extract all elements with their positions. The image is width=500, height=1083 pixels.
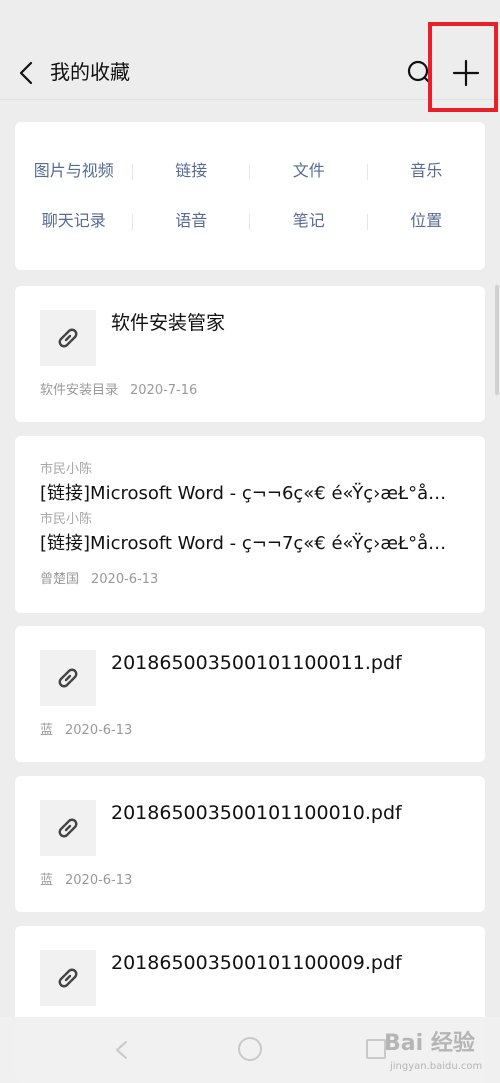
top-bar: 我的收藏 bbox=[0, 0, 500, 100]
link-icon bbox=[58, 668, 78, 688]
item-meta: 软件安装目录 2020-7-16 bbox=[40, 381, 197, 401]
chat-message: [链接]Microsoft Word - ç¬¬7ç«€ é«Ÿç›æŁ°å… bbox=[40, 533, 447, 554]
favorite-item[interactable]: 软件安装管家 软件安装目录 2020-7-16 bbox=[15, 286, 485, 422]
item-title: 201865003500101100009.pdf bbox=[111, 952, 402, 974]
chat-sender: 市民小陈 bbox=[40, 512, 93, 527]
highlight-box bbox=[428, 22, 498, 112]
back-button[interactable] bbox=[12, 56, 40, 90]
chevron-left-icon bbox=[19, 61, 33, 85]
item-title: 201865003500101100010.pdf bbox=[111, 802, 402, 824]
category-chat-history[interactable]: 聊天记录 bbox=[15, 206, 133, 236]
category-links[interactable]: 链接 bbox=[133, 156, 251, 186]
item-source: 软件安装目录 bbox=[40, 383, 119, 398]
watermark-url: jingyan.baidu.com bbox=[390, 1061, 483, 1072]
item-meta: 蓝 2020-6-13 bbox=[40, 721, 132, 741]
category-voice[interactable]: 语音 bbox=[133, 206, 251, 236]
favorite-item[interactable]: 201865003500101100011.pdf 蓝 2020-6-13 bbox=[15, 626, 485, 762]
link-thumbnail bbox=[40, 310, 96, 366]
item-title: 201865003500101100011.pdf bbox=[111, 652, 402, 674]
link-icon bbox=[58, 328, 78, 348]
item-date: 2020-6-13 bbox=[65, 873, 133, 888]
category-notes[interactable]: 笔记 bbox=[250, 206, 368, 236]
category-files[interactable]: 文件 bbox=[250, 156, 368, 186]
link-thumbnail bbox=[40, 650, 96, 706]
category-music[interactable]: 音乐 bbox=[368, 156, 486, 186]
category-photos-videos[interactable]: 图片与视频 bbox=[15, 156, 133, 186]
item-meta: 曾楚国 2020-6-13 bbox=[40, 570, 158, 590]
item-date: 2020-6-13 bbox=[91, 572, 159, 587]
favorite-item-chat[interactable]: 市民小陈 [链接]Microsoft Word - ç¬¬6ç«€ é«Ÿç›æ… bbox=[15, 436, 485, 613]
item-title: 软件安装管家 bbox=[111, 312, 226, 334]
chat-message: [链接]Microsoft Word - ç¬¬6ç«€ é«Ÿç›æŁ°å… bbox=[40, 483, 447, 504]
item-source: 蓝 bbox=[40, 873, 54, 888]
category-panel: 图片与视频 链接 文件 音乐 聊天记录 语音 笔记 位置 bbox=[15, 122, 485, 270]
nav-recent-apps-icon[interactable] bbox=[366, 1039, 386, 1059]
category-location[interactable]: 位置 bbox=[368, 206, 486, 236]
page-title: 我的收藏 bbox=[50, 60, 130, 84]
favorite-item[interactable]: 201865003500101100010.pdf 蓝 2020-6-13 bbox=[15, 776, 485, 912]
nav-home-icon[interactable] bbox=[238, 1037, 262, 1061]
category-row: 聊天记录 语音 笔记 位置 bbox=[15, 206, 485, 236]
link-thumbnail bbox=[40, 800, 96, 856]
item-source: 曾楚国 bbox=[40, 572, 80, 587]
watermark-logo: Bai 经验 bbox=[384, 1031, 475, 1056]
scrollbar[interactable] bbox=[495, 285, 499, 395]
link-icon bbox=[58, 968, 78, 988]
item-meta: 蓝 2020-6-13 bbox=[40, 871, 132, 891]
item-date: 2020-6-13 bbox=[65, 723, 133, 738]
item-date: 2020-7-16 bbox=[130, 383, 198, 398]
nav-back-icon[interactable] bbox=[112, 1039, 132, 1061]
item-source: 蓝 bbox=[40, 723, 54, 738]
chat-sender: 市民小陈 bbox=[40, 462, 93, 477]
link-icon bbox=[58, 818, 78, 838]
category-row: 图片与视频 链接 文件 音乐 bbox=[15, 156, 485, 186]
link-thumbnail bbox=[40, 950, 96, 1006]
